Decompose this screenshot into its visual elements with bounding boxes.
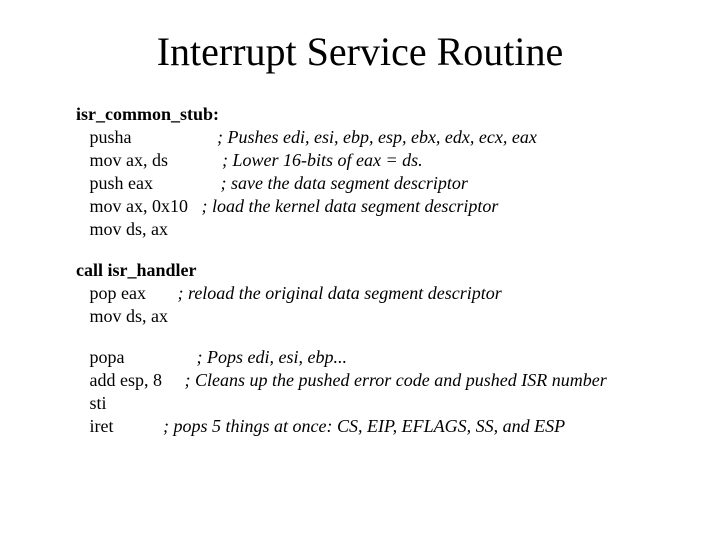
code-comment: ; Pops edi, esi, ebp...: [197, 347, 347, 367]
code-label: isr_common_stub:: [76, 103, 660, 126]
spacer: [60, 328, 660, 346]
code-line: mov ax, ds ; Lower 16-bits of eax = ds.: [76, 149, 660, 172]
code-comment: ; load the kernel data segment descripto…: [202, 196, 499, 216]
code-line: pop eax ; reload the original data segme…: [76, 282, 660, 305]
code-comment: ; reload the original data segment descr…: [177, 283, 501, 303]
code-line: mov ds, ax: [76, 305, 660, 328]
code-instr: popa: [76, 347, 197, 367]
code-comment: ; Cleans up the pushed error code and pu…: [184, 370, 606, 390]
code-line: mov ax, 0x10 ; load the kernel data segm…: [76, 195, 660, 218]
code-line: popa ; Pops edi, esi, ebp...: [76, 346, 660, 369]
code-instr: push eax: [76, 173, 220, 193]
code-block-1: isr_common_stub: pusha ; Pushes edi, esi…: [76, 103, 660, 241]
code-instr: mov ax, ds: [76, 150, 222, 170]
code-instr: mov ds, ax: [76, 306, 168, 326]
spacer: [60, 241, 660, 259]
code-instr: add esp, 8: [76, 370, 184, 390]
code-block-2: call isr_handler pop eax ; reload the or…: [76, 259, 660, 328]
code-instr: mov ax, 0x10: [76, 196, 202, 216]
code-line: mov ds, ax: [76, 218, 660, 241]
code-block-3: popa ; Pops edi, esi, ebp... add esp, 8 …: [76, 346, 660, 438]
code-line: pusha ; Pushes edi, esi, ebp, esp, ebx, …: [76, 126, 660, 149]
code-line: add esp, 8 ; Cleans up the pushed error …: [76, 369, 660, 392]
code-label: call isr_handler: [76, 259, 660, 282]
code-instr: mov ds, ax: [76, 219, 168, 239]
slide: Interrupt Service Routine isr_common_stu…: [0, 0, 720, 540]
code-comment: ; Pushes edi, esi, ebp, esp, ebx, edx, e…: [217, 127, 537, 147]
code-comment: ; save the data segment descriptor: [220, 173, 467, 193]
code-comment: ; Lower 16-bits of eax = ds.: [222, 150, 423, 170]
code-comment: ; pops 5 things at once: CS, EIP, EFLAGS…: [163, 416, 565, 436]
code-instr: pusha: [76, 127, 217, 147]
code-line: iret ; pops 5 things at once: CS, EIP, E…: [76, 415, 660, 438]
code-line: sti: [76, 392, 660, 415]
code-line: push eax ; save the data segment descrip…: [76, 172, 660, 195]
slide-title: Interrupt Service Routine: [60, 28, 660, 75]
code-instr: iret: [76, 416, 163, 436]
code-instr: sti: [76, 393, 107, 413]
code-instr: pop eax: [76, 283, 177, 303]
